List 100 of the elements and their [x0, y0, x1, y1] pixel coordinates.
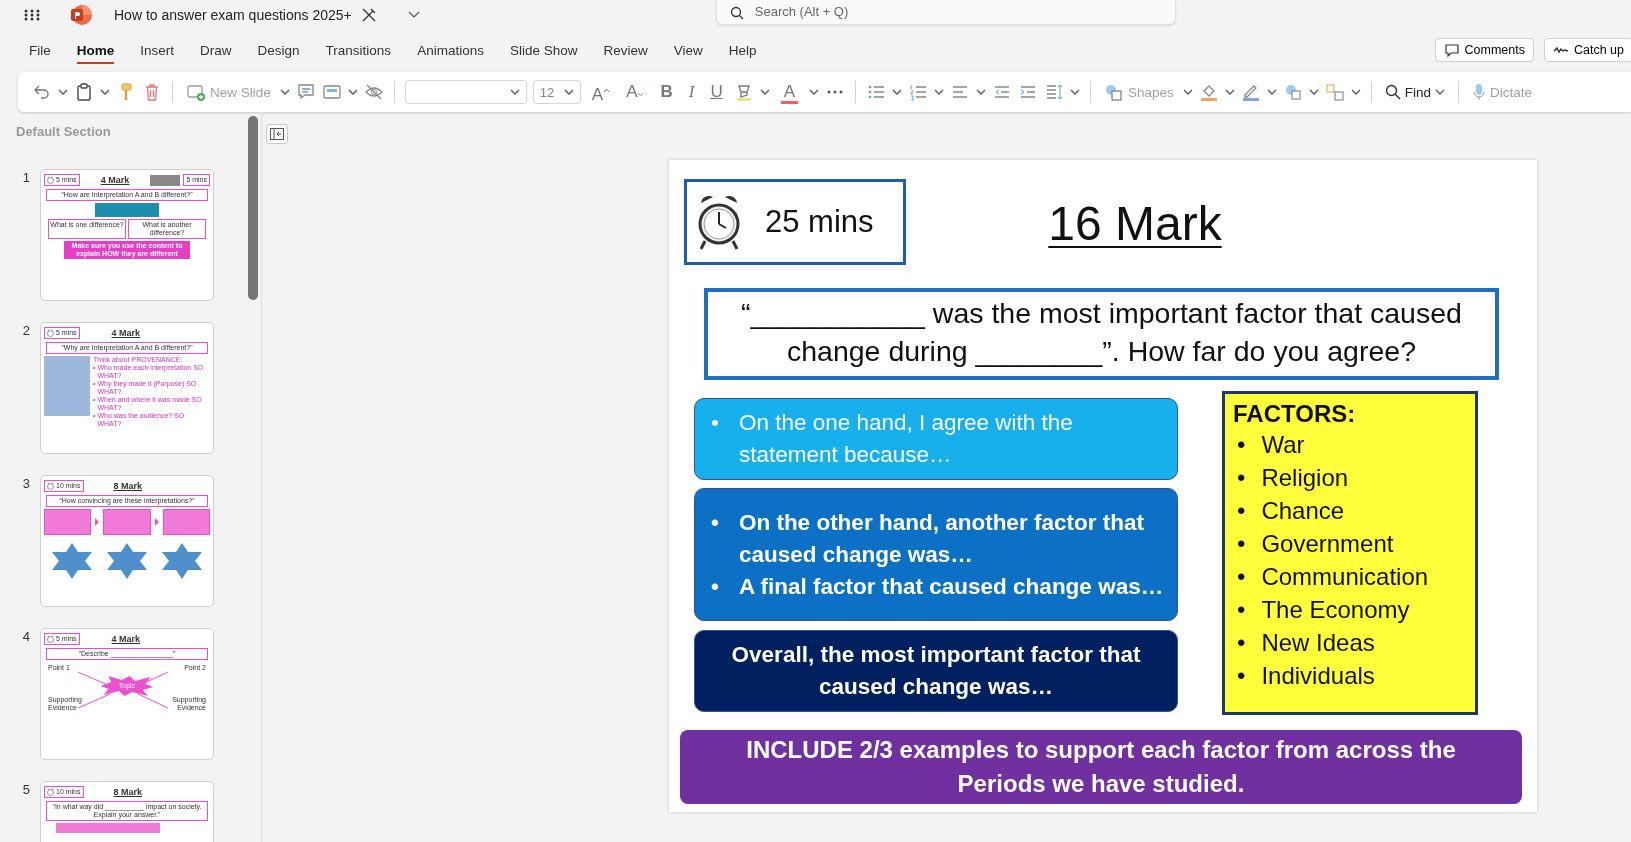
new-slide-icon	[186, 82, 206, 102]
bullet-mark: •	[711, 508, 719, 537]
underline-button[interactable]: U	[705, 82, 728, 102]
image-placeholder	[150, 174, 181, 186]
ribbon-tab[interactable]: Home	[67, 36, 124, 64]
caret-icon[interactable]	[279, 88, 290, 96]
factor-item: Religion	[1261, 463, 1349, 493]
caret-icon[interactable]	[1435, 88, 1446, 96]
instruction-banner: INCLUDE 2/3 examples to support each factor from across the Periods we have studied.	[680, 730, 1522, 804]
caret-icon[interactable]	[976, 88, 987, 96]
caret-icon[interactable]	[100, 88, 110, 96]
star-shape-icon	[51, 543, 92, 579]
factor-item: Communication	[1261, 562, 1429, 592]
bullet-text: On the one hand, I agree with the statement because…	[738, 409, 1074, 469]
caret-icon[interactable]	[1224, 88, 1235, 96]
grow-font-button[interactable]: A	[586, 79, 616, 105]
caret-down-icon	[637, 92, 645, 97]
bullet-mark: •	[1237, 562, 1246, 592]
slide-title: 4 Mark	[99, 176, 131, 184]
ribbon-tab[interactable]: Review	[594, 36, 657, 64]
caret-icon[interactable]	[934, 88, 945, 96]
caret-icon[interactable]	[1308, 88, 1319, 96]
search-icon	[1384, 84, 1401, 100]
italic-button[interactable]: I	[683, 82, 700, 102]
clipboard-icon[interactable]	[74, 82, 94, 102]
star-shape-icon	[162, 543, 203, 579]
slide-title: 8 Mark	[112, 788, 143, 796]
hide-slide-icon[interactable]	[363, 82, 384, 102]
slide-number: 2	[21, 322, 30, 340]
clock-icon	[47, 635, 54, 643]
comments-button[interactable]: Comments	[1434, 38, 1534, 62]
ribbon-tab[interactable]: Draw	[191, 36, 241, 64]
shapes-icon	[1104, 82, 1125, 102]
powerpoint-logo-icon	[70, 4, 92, 26]
factor-item: Government	[1261, 529, 1394, 559]
ribbon-tab[interactable]: Help	[719, 36, 766, 64]
ribbon-tab[interactable]: Insert	[131, 36, 184, 64]
document-title: How to answer exam questions 2025+	[114, 7, 352, 23]
section-label: Default Section	[16, 124, 112, 139]
bullet-mark: •	[1237, 628, 1246, 658]
ribbon-tab[interactable]: Slide Show	[500, 36, 587, 64]
caret-icon[interactable]	[892, 88, 903, 96]
slide-number: 5	[21, 781, 30, 799]
collapse-pane-icon	[270, 128, 284, 140]
ribbon-tab[interactable]: Transitions	[316, 36, 401, 64]
process-box	[162, 509, 210, 535]
caret-icon[interactable]	[759, 88, 770, 96]
slide-title: 4 Mark	[110, 635, 142, 643]
bullet-mark: •	[711, 572, 719, 601]
shrink-font-button[interactable]: A	[621, 82, 650, 102]
slide-number: 1	[21, 169, 30, 187]
clock-icon	[47, 176, 54, 184]
process-box	[103, 509, 151, 535]
font-color-button[interactable]: A	[775, 82, 804, 102]
caret-icon[interactable]	[1182, 88, 1193, 96]
question-text: “___________ was the most important factor that caused change during ________”. How far do you agree?	[704, 288, 1499, 380]
bullet-mark: •	[1237, 496, 1246, 526]
app-launcher-icon[interactable]	[24, 7, 40, 23]
factor-item: Individuals	[1261, 661, 1375, 691]
slide-number: 4	[21, 628, 30, 646]
bullet-mark: •	[1237, 529, 1246, 559]
search-icon	[729, 6, 744, 20]
factor-item: Chance	[1261, 496, 1345, 526]
search-field[interactable]: Search (Alt + Q)	[715, 0, 1176, 25]
ribbon-tab[interactable]: View	[664, 36, 712, 64]
bullet-mark: •	[1237, 595, 1246, 625]
ribbon-tab[interactable]: Design	[248, 36, 309, 64]
ribbon-tab[interactable]: File	[20, 36, 60, 64]
find-button[interactable]: Find	[1381, 82, 1449, 102]
bold-button[interactable]: B	[655, 82, 678, 102]
bullet-text: A final factor that caused change was…	[738, 572, 1164, 601]
catch-up-button[interactable]: Catch up	[1543, 38, 1631, 62]
speech-bubble-icon[interactable]	[295, 82, 316, 102]
slide-number: 3	[21, 475, 30, 493]
chevron-down-icon[interactable]	[407, 11, 420, 19]
bullet-mark: •	[1237, 463, 1246, 493]
bullet-mark: •	[1237, 430, 1246, 460]
caret-icon[interactable]	[563, 88, 574, 96]
timer-text: 25 mins	[765, 204, 874, 240]
process-box	[44, 509, 92, 535]
caret-icon[interactable]	[809, 88, 820, 96]
factor-item: The Economy	[1261, 595, 1410, 625]
font-name-field[interactable]	[404, 80, 527, 104]
clock-icon	[47, 788, 54, 796]
caret-icon[interactable]	[58, 88, 68, 96]
slide-thumbnail[interactable]	[40, 322, 214, 454]
bullet-mark: •	[711, 409, 719, 437]
collapse-pane-button[interactable]	[266, 124, 288, 144]
comment-icon	[1443, 42, 1460, 58]
clock-icon	[47, 482, 54, 490]
bullet-mark: •	[1237, 661, 1246, 691]
caret-icon[interactable]	[509, 88, 520, 96]
ribbon-tab[interactable]: Animations	[408, 36, 493, 64]
scrollbar-thumb[interactable]	[248, 116, 258, 300]
caret-icon[interactable]	[1266, 88, 1277, 96]
caret-icon[interactable]	[1070, 88, 1081, 96]
factor-item: War	[1261, 430, 1305, 460]
caret-icon[interactable]	[347, 88, 358, 96]
font-size-field[interactable]: 12	[532, 80, 581, 104]
caret-icon[interactable]	[1350, 88, 1361, 96]
